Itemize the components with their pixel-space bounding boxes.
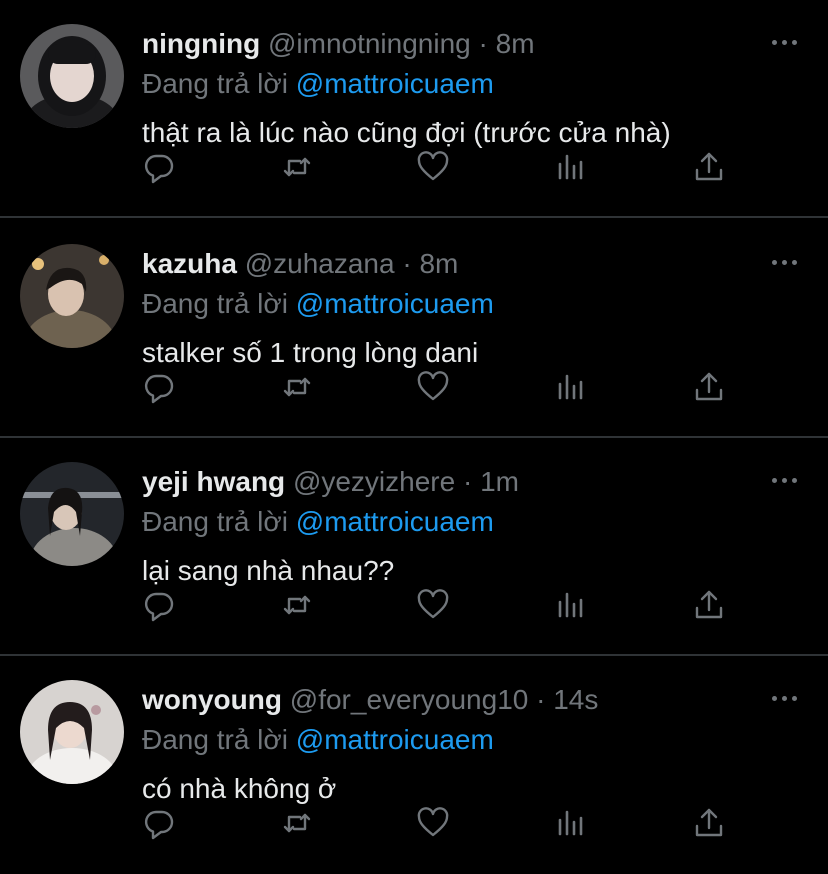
share-icon[interactable] bbox=[692, 806, 726, 840]
reply-mention-link[interactable]: @mattroicuaem bbox=[296, 288, 494, 319]
avatar[interactable] bbox=[20, 244, 124, 348]
more-options-icon[interactable] bbox=[772, 696, 798, 704]
replying-to-label: Đang trả lời bbox=[142, 724, 288, 755]
replying-to: Đang trả lời @mattroicuaem bbox=[142, 722, 494, 758]
tweet-actions bbox=[142, 370, 742, 410]
replying-to-label: Đang trả lời bbox=[142, 68, 288, 99]
display-name[interactable]: wonyoung bbox=[142, 684, 282, 715]
tweet-wonyoung[interactable]: wonyoung @for_everyoung10 · 14s Đang trả… bbox=[0, 656, 828, 874]
user-handle[interactable]: @imnotningning bbox=[268, 28, 471, 59]
tweet-yeji-hwang[interactable]: yeji hwang @yezyizhere · 1m Đang trả lời… bbox=[0, 438, 828, 656]
tweet-text: lại sang nhà nhau?? bbox=[142, 555, 395, 586]
display-name[interactable]: ningning bbox=[142, 28, 260, 59]
separator-dot: · bbox=[536, 684, 546, 715]
analytics-icon[interactable] bbox=[554, 150, 588, 184]
replying-to-label: Đang trả lời bbox=[142, 506, 288, 537]
timestamp[interactable]: 1m bbox=[480, 466, 519, 497]
user-handle[interactable]: @for_everyoung10 bbox=[290, 684, 529, 715]
replying-to-label: Đang trả lời bbox=[142, 288, 288, 319]
divider bbox=[0, 216, 828, 218]
share-icon[interactable] bbox=[692, 370, 726, 404]
reply-icon[interactable] bbox=[142, 806, 176, 840]
user-handle[interactable]: @zuhazana bbox=[245, 248, 395, 279]
avatar[interactable] bbox=[20, 680, 124, 784]
display-name[interactable]: kazuha bbox=[142, 248, 237, 279]
reply-icon[interactable] bbox=[142, 150, 176, 184]
reply-mention-link[interactable]: @mattroicuaem bbox=[296, 506, 494, 537]
avatar[interactable] bbox=[20, 24, 124, 128]
like-icon[interactable] bbox=[416, 370, 450, 404]
like-icon[interactable] bbox=[416, 806, 450, 840]
timestamp[interactable]: 14s bbox=[553, 684, 598, 715]
tweet-header: yeji hwang @yezyizhere · 1m bbox=[142, 464, 519, 500]
tweet-actions bbox=[142, 150, 742, 190]
user-handle[interactable]: @yezyizhere bbox=[293, 466, 455, 497]
tweet-header: kazuha @zuhazana · 8m bbox=[142, 246, 458, 282]
more-options-icon[interactable] bbox=[772, 478, 798, 486]
retweet-icon[interactable] bbox=[280, 150, 314, 184]
tweet-text: có nhà không ở bbox=[142, 773, 337, 804]
replying-to: Đang trả lời @mattroicuaem bbox=[142, 504, 494, 540]
replying-to: Đang trả lời @mattroicuaem bbox=[142, 286, 494, 322]
display-name[interactable]: yeji hwang bbox=[142, 466, 285, 497]
analytics-icon[interactable] bbox=[554, 806, 588, 840]
retweet-icon[interactable] bbox=[280, 806, 314, 840]
like-icon[interactable] bbox=[416, 150, 450, 184]
reply-mention-link[interactable]: @mattroicuaem bbox=[296, 68, 494, 99]
analytics-icon[interactable] bbox=[554, 588, 588, 622]
analytics-icon[interactable] bbox=[554, 370, 588, 404]
share-icon[interactable] bbox=[692, 150, 726, 184]
share-icon[interactable] bbox=[692, 588, 726, 622]
separator-dot: · bbox=[402, 248, 412, 279]
tweet-header: wonyoung @for_everyoung10 · 14s bbox=[142, 682, 598, 718]
tweet-actions bbox=[142, 806, 742, 846]
more-options-icon[interactable] bbox=[772, 40, 798, 48]
separator-dot: · bbox=[462, 466, 473, 497]
tweet-kazuha[interactable]: kazuha @zuhazana · 8m Đang trả lời @matt… bbox=[0, 220, 828, 438]
like-icon[interactable] bbox=[416, 588, 450, 622]
avatar[interactable] bbox=[20, 462, 124, 566]
tweet-actions bbox=[142, 588, 742, 628]
tweet-header: ningning @imnotningning · 8m bbox=[142, 26, 535, 62]
reply-mention-link[interactable]: @mattroicuaem bbox=[296, 724, 494, 755]
separator-dot: · bbox=[478, 28, 488, 59]
tweet-ningning[interactable]: ningning @imnotningning · 8m Đang trả lờ… bbox=[0, 0, 828, 218]
timestamp[interactable]: 8m bbox=[496, 28, 535, 59]
tweet-text: stalker số 1 trong lòng dani bbox=[142, 337, 479, 368]
timestamp[interactable]: 8m bbox=[419, 248, 458, 279]
reply-icon[interactable] bbox=[142, 588, 176, 622]
retweet-icon[interactable] bbox=[280, 370, 314, 404]
replying-to: Đang trả lời @mattroicuaem bbox=[142, 66, 494, 102]
tweet-text: thật ra là lúc nào cũng đợi (trước cửa n… bbox=[142, 117, 671, 148]
more-options-icon[interactable] bbox=[772, 260, 798, 268]
retweet-icon[interactable] bbox=[280, 588, 314, 622]
reply-icon[interactable] bbox=[142, 370, 176, 404]
